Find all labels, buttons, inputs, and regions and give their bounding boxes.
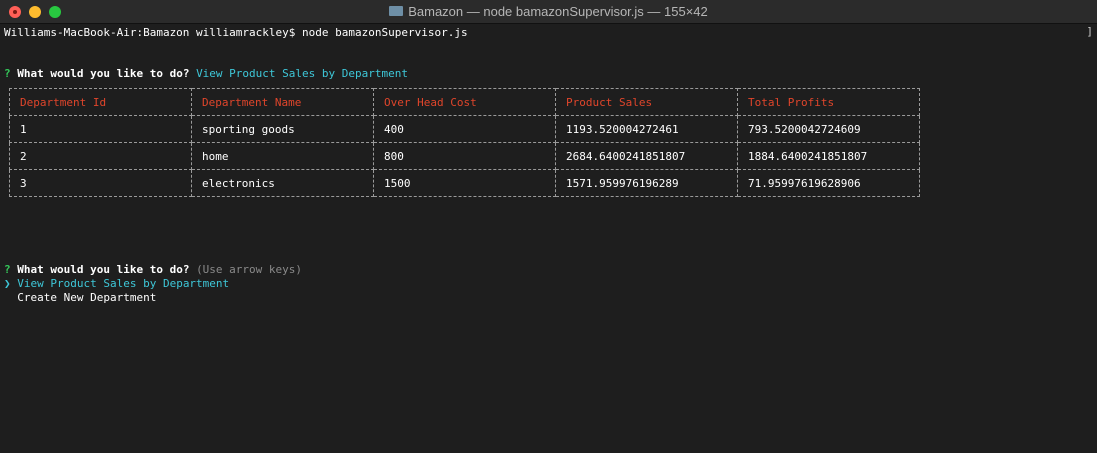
prompt-line-2: ? What would you like to do? (Use arrow … — [4, 263, 302, 277]
cell-department-name: sporting goods — [191, 115, 374, 143]
department-sales-table: Department Id Department Name Over Head … — [9, 88, 920, 197]
header-total-profits: Total Profits — [737, 88, 920, 116]
cell-product-sales: 1571.959976196289 — [555, 169, 738, 197]
header-department-name: Department Name — [191, 88, 374, 116]
cell-total-profits: 793.5200042724609 — [737, 115, 920, 143]
window-title-area: Bamazon — node bamazonSupervisor.js — 15… — [0, 0, 1097, 24]
cell-department-id: 1 — [9, 115, 192, 143]
table-header-row: Department Id Department Name Over Head … — [9, 88, 920, 116]
cell-over-head-cost: 1500 — [373, 169, 556, 197]
pointer-icon: ❯ — [4, 277, 11, 290]
cell-department-name: home — [191, 142, 374, 170]
table-row: 1 sporting goods 400 1193.520004272461 7… — [9, 115, 920, 143]
cell-total-profits: 1884.6400241851807 — [737, 142, 920, 170]
table-row: 2 home 800 2684.6400241851807 1884.64002… — [9, 142, 920, 170]
header-department-id: Department Id — [9, 88, 192, 116]
header-over-head-cost: Over Head Cost — [373, 88, 556, 116]
menu-option-label: View Product Sales by Department — [17, 277, 230, 290]
prompt-question: What would you like to do? — [17, 67, 190, 80]
cell-total-profits: 71.95997619628906 — [737, 169, 920, 197]
table-row: 3 electronics 1500 1571.959976196289 71.… — [9, 169, 920, 197]
prompt-answer: View Product Sales by Department — [196, 67, 408, 80]
cell-department-name: electronics — [191, 169, 374, 197]
menu-option[interactable]: Create New Department — [4, 291, 156, 305]
prompt-hint: (Use arrow keys) — [196, 263, 303, 276]
prompt-line-1: ? What would you like to do? View Produc… — [4, 67, 408, 81]
menu-option-selected[interactable]: ❯ View Product Sales by Department — [4, 277, 229, 291]
cell-product-sales: 1193.520004272461 — [555, 115, 738, 143]
prompt-question: What would you like to do? — [17, 263, 190, 276]
cell-product-sales: 2684.6400241851807 — [555, 142, 738, 170]
prompt-marker: ? — [4, 67, 11, 80]
cell-department-id: 3 — [9, 169, 192, 197]
command-line: Williams-MacBook-Air:Bamazon williamrack… — [4, 26, 468, 39]
cell-over-head-cost: 400 — [373, 115, 556, 143]
header-product-sales: Product Sales — [555, 88, 738, 116]
folder-icon — [389, 6, 404, 16]
cell-department-id: 2 — [9, 142, 192, 170]
terminal-window: Bamazon — node bamazonSupervisor.js — 15… — [0, 0, 1097, 453]
cell-over-head-cost: 800 — [373, 142, 556, 170]
prompt-marker: ? — [4, 263, 11, 276]
window-title: Bamazon — node bamazonSupervisor.js — 15… — [408, 4, 708, 19]
scroll-indicator: ] — [1086, 25, 1093, 38]
terminal-content[interactable]: Williams-MacBook-Air:Bamazon williamrack… — [4, 25, 1097, 453]
menu-option-label: Create New Department — [17, 291, 157, 304]
title-bar: Bamazon — node bamazonSupervisor.js — 15… — [0, 0, 1097, 24]
